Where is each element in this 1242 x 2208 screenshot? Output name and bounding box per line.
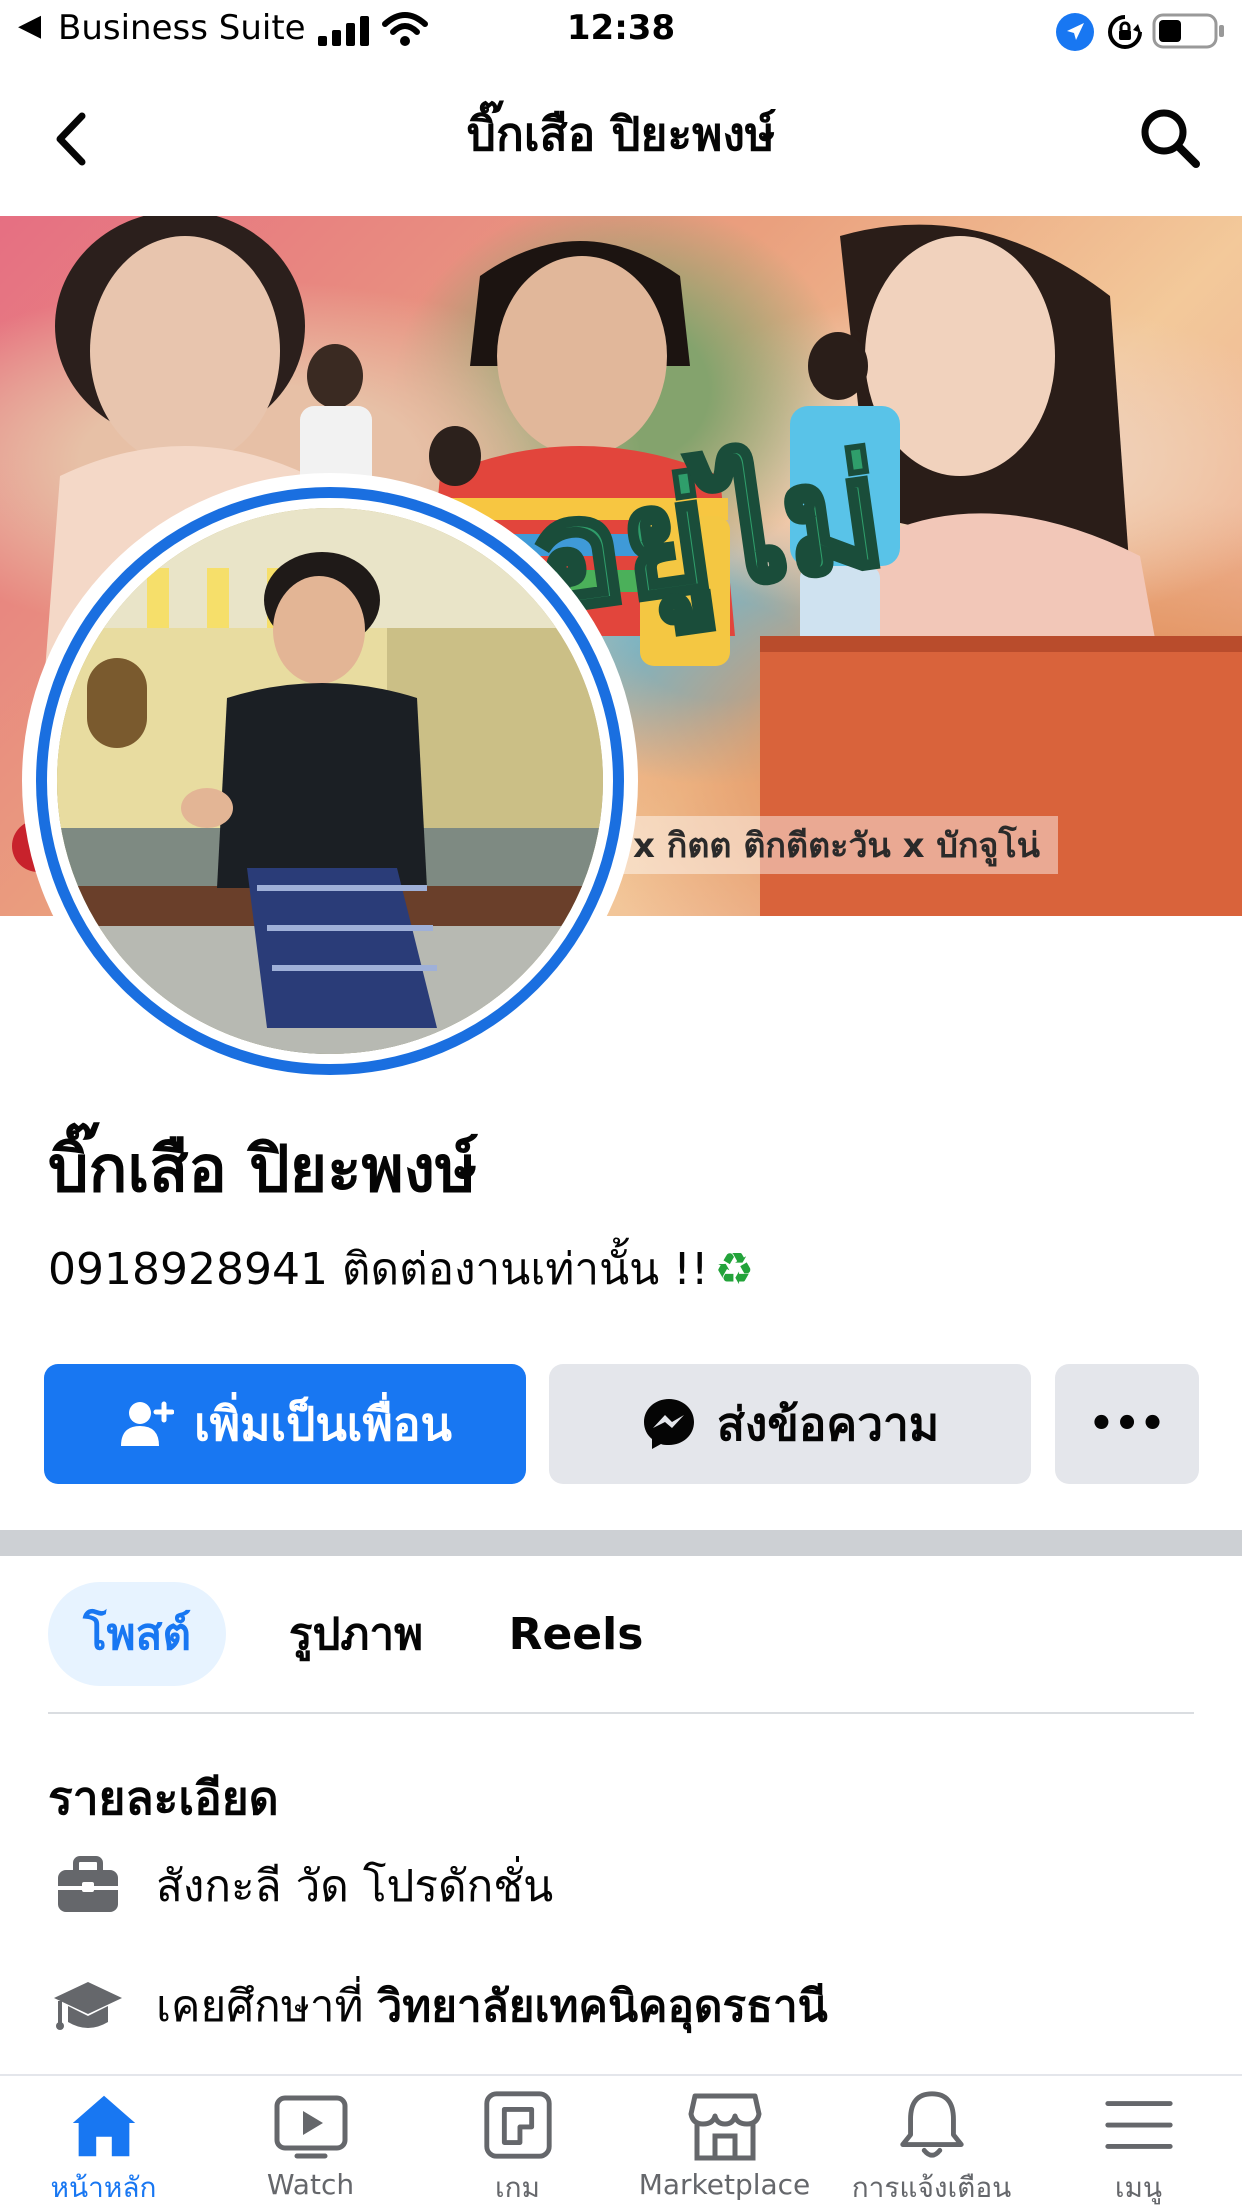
nav-header: บิ๊กเสือ ปิยะพงษ์ (0, 64, 1242, 214)
detail-work[interactable]: สังกะลี วัด โปรดักชั่น (48, 1846, 553, 1926)
nav-menu-label: เมนู (1114, 2171, 1163, 2204)
gaming-icon (483, 2091, 552, 2159)
nav-home-label: หน้าหลัก (50, 2171, 157, 2204)
profile-picture[interactable] (22, 473, 638, 1089)
detail-education[interactable]: เคยศึกษาที่ วิทยาลัยเทคนิคอุดรธานี (48, 1966, 828, 2046)
send-message-button[interactable]: ส่งข้อความ (549, 1364, 1031, 1484)
home-icon (72, 2095, 135, 2157)
page-title: บิ๊กเสือ ปิยะพงษ์ (466, 107, 776, 161)
location-services-icon (1056, 13, 1094, 51)
add-friend-label: เพิ่มเป็นเพื่อน (194, 1396, 452, 1451)
send-message-label: ส่งข้อความ (716, 1396, 940, 1451)
more-options-icon: ••• (1088, 1401, 1166, 1447)
bottom-tab-bar: หน้าหลัก Watch เกม Marketplace การแจ้งเต… (0, 2074, 1242, 2208)
avatar (47, 498, 613, 1064)
add-friend-button[interactable]: เพิ่มเป็นเพื่อน (44, 1364, 526, 1484)
avatar-photo-art (57, 508, 603, 1054)
education-school[interactable]: วิทยาลัยเทคนิคอุดรธานี (378, 1981, 828, 2032)
menu-icon (1104, 2101, 1173, 2149)
battery-icon (1152, 13, 1224, 49)
messenger-icon (643, 1399, 694, 1449)
recycle-emoji-icon: ♻ (714, 1244, 754, 1295)
story-ring (36, 487, 624, 1075)
cover-credit-text: x กิตต ติกตีตะวัน x บักจูโน่ (615, 816, 1058, 874)
tab-posts[interactable]: โพสต์ (48, 1582, 226, 1686)
tab-reels[interactable]: Reels (502, 1582, 650, 1686)
nav-gaming-label: เกม (495, 2171, 540, 2204)
nav-gaming[interactable]: เกม (414, 2086, 621, 2208)
graduation-cap-icon (54, 1982, 122, 2030)
marketplace-icon (688, 2093, 761, 2161)
tab-divider (48, 1712, 1194, 1714)
briefcase-icon (58, 1856, 118, 1912)
nav-menu[interactable]: เมนู (1035, 2086, 1242, 2208)
education-prefix: เคยศึกษาที่ (156, 1981, 364, 2032)
details-heading: รายละเอียด (48, 1771, 279, 1825)
bell-icon (899, 2091, 964, 2158)
nav-marketplace-label: Marketplace (638, 2168, 811, 2201)
more-options-button[interactable]: ••• (1055, 1364, 1199, 1484)
profile-bio-text: 0918928941 ติดต่องานเท่านั้น !! (48, 1244, 709, 1295)
search-icon[interactable] (1138, 106, 1202, 170)
nav-watch-label: Watch (266, 2168, 355, 2201)
nav-marketplace[interactable]: Marketplace (621, 2086, 828, 2208)
nav-home[interactable]: หน้าหลัก (0, 2086, 207, 2208)
profile-bio: 0918928941 ติดต่องานเท่านั้น !! ♻ (48, 1234, 754, 1304)
rotation-lock-icon (1108, 15, 1142, 49)
section-divider (0, 1530, 1242, 1556)
nav-watch[interactable]: Watch (207, 2086, 414, 2208)
work-text: สังกะลี วัด โปรดักชั่น (156, 1861, 554, 1912)
profile-name: บิ๊กเสือ ปิยะพงษ์ (48, 1133, 478, 1207)
add-friend-icon (121, 1401, 175, 1446)
nav-notifications[interactable]: การแจ้งเตือน (828, 2086, 1035, 2208)
status-bar: ◀ Business Suite 12:38 (0, 0, 1242, 64)
tab-photos[interactable]: รูปภาพ (270, 1582, 442, 1686)
nav-notifications-label: การแจ้งเตือน (851, 2171, 1012, 2204)
watch-icon (274, 2095, 347, 2159)
education-text: เคยศึกษาที่ วิทยาลัยเทคนิคอุดรธานี (156, 1971, 828, 2041)
